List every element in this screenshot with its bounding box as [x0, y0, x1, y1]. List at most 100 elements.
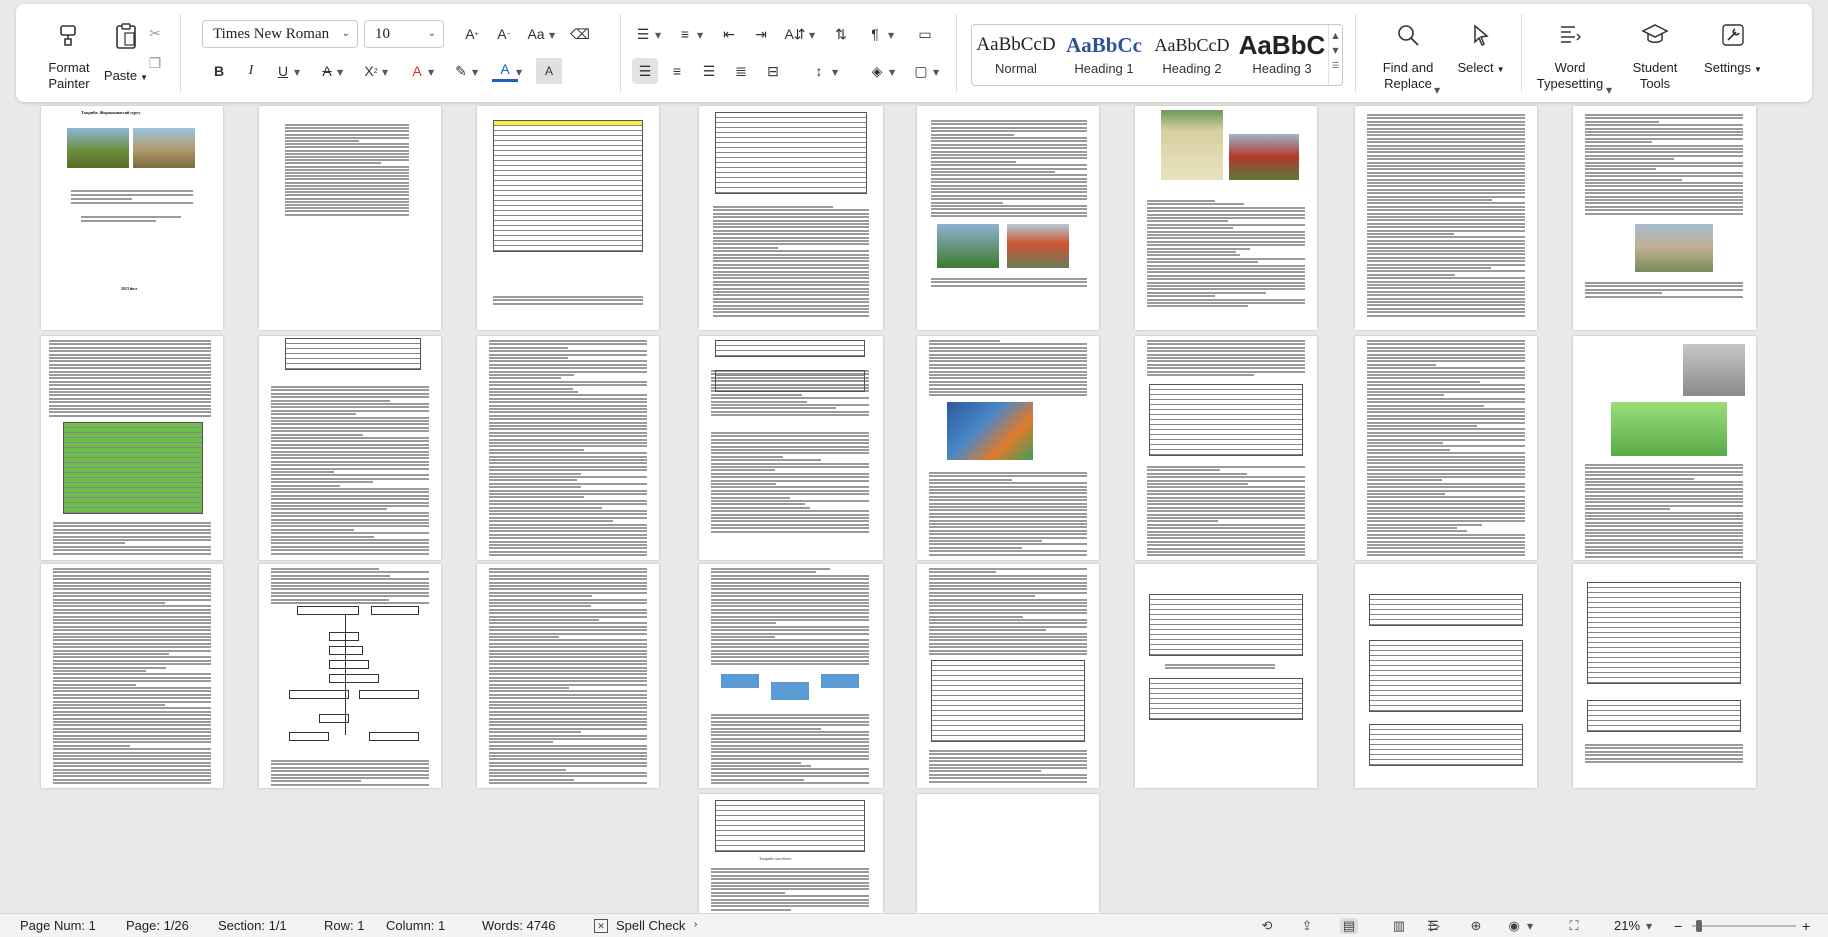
page-thumbnail[interactable] [917, 336, 1099, 560]
spell-check-status[interactable]: Spell Check [616, 918, 685, 933]
settings-button[interactable]: Settings ▼ [1692, 22, 1774, 78]
presentation-icon[interactable]: ▷ [1426, 918, 1444, 934]
page-thumbnail[interactable] [917, 564, 1099, 788]
page-thumbnail[interactable] [917, 106, 1099, 330]
superscript-dropdown-icon[interactable]: ▼ [382, 68, 388, 77]
page-num-status[interactable]: Page Num: 1 [20, 918, 96, 933]
align-center-icon[interactable]: ≡ [664, 58, 690, 84]
numbering-dropdown-icon[interactable]: ▼ [697, 31, 703, 40]
highlight-dropdown-icon[interactable]: ▼ [472, 68, 478, 77]
align-left-icon[interactable]: ☰ [632, 58, 658, 84]
page-thumbnail[interactable] [1355, 106, 1537, 330]
underline-dropdown-icon[interactable]: ▼ [294, 68, 300, 77]
underline-icon[interactable]: U [270, 58, 296, 84]
increase-indent-icon[interactable]: ⇥ [748, 21, 774, 47]
text-effect-dropdown-icon[interactable]: ▼ [428, 68, 434, 77]
word-typesetting-dropdown-icon[interactable]: ▼ [1606, 86, 1612, 95]
track-changes-icon[interactable]: ⟲ [1258, 918, 1276, 934]
page-thumbnail[interactable] [1135, 106, 1317, 330]
share-icon[interactable]: ⇪ [1298, 918, 1316, 934]
row-status[interactable]: Row: 1 [324, 918, 364, 933]
section-status[interactable]: Section: 1/1 [218, 918, 287, 933]
page-thumbnail[interactable] [1355, 336, 1537, 560]
italic-icon[interactable]: I [238, 58, 264, 84]
bullets-icon[interactable]: ☰ [630, 21, 656, 47]
clear-formatting-icon[interactable]: ⌫ [567, 21, 593, 47]
find-replace-dropdown-icon[interactable]: ▼ [1434, 86, 1440, 95]
decrease-indent-icon[interactable]: ⇤ [716, 21, 742, 47]
zoom-slider-thumb[interactable] [1696, 920, 1702, 932]
highlight-icon[interactable]: ✎ [448, 58, 474, 84]
select-dropdown-icon[interactable]: ▼ [1497, 65, 1505, 74]
find-replace-button[interactable]: Find and Replace [1366, 22, 1450, 92]
pilcrow-dropdown-icon[interactable]: ▼ [888, 31, 894, 40]
eye-protection-icon[interactable]: ◉ [1505, 918, 1523, 934]
settings-dropdown-icon[interactable]: ▼ [1754, 65, 1762, 74]
page-thumbnail[interactable] [477, 106, 659, 330]
style-heading-3[interactable]: AaBbC Heading 3 [1236, 25, 1328, 85]
page-thumbnail[interactable] [1135, 336, 1317, 560]
page-thumbnail[interactable] [917, 794, 1099, 913]
ruler-icon[interactable]: ▭ [912, 21, 938, 47]
format-painter-button[interactable]: Format Painter [34, 22, 104, 92]
page-thumbnail[interactable] [477, 336, 659, 560]
zoom-dropdown-icon[interactable]: ▼ [1646, 922, 1652, 931]
page-thumbnail[interactable]: Тажриба хисоботи [699, 794, 883, 913]
fit-page-icon[interactable]: ⛶ [1565, 918, 1583, 934]
chevron-right-icon[interactable]: › [694, 919, 697, 930]
style-heading-2[interactable]: AaBbCcD Heading 2 [1148, 25, 1236, 85]
borders-icon[interactable]: ▢ [908, 58, 934, 84]
page-view-icon[interactable]: ▤ [1340, 918, 1358, 934]
style-heading-1[interactable]: AaBbCc Heading 1 [1060, 25, 1148, 85]
column-status[interactable]: Column: 1 [386, 918, 445, 933]
font-name-select[interactable]: Times New Roman ⌄ [202, 20, 358, 48]
reading-view-icon[interactable]: ▥ [1390, 918, 1408, 934]
page-thumbnail[interactable] [1573, 106, 1756, 330]
page-thumbnail[interactable] [259, 336, 441, 560]
page-thumbnail[interactable] [477, 564, 659, 788]
student-tools-button[interactable]: Student Tools [1620, 22, 1690, 92]
select-button[interactable]: Select ▼ [1446, 22, 1516, 78]
distributed-icon[interactable]: ⊟ [760, 58, 786, 84]
bold-icon[interactable]: B [206, 58, 232, 84]
spell-check-icon[interactable]: ✕ [594, 919, 608, 933]
change-case-dropdown-icon[interactable]: ▼ [549, 31, 555, 40]
text-direction-icon[interactable]: A⇵ [782, 21, 808, 47]
page-thumbnail[interactable] [259, 106, 441, 330]
zoom-slider[interactable] [1692, 925, 1796, 927]
copy-icon[interactable]: ❐ [142, 50, 168, 76]
borders-dropdown-icon[interactable]: ▼ [933, 68, 939, 77]
page-thumbnail[interactable] [699, 106, 883, 330]
page-thumbnail[interactable]: Тажриба: Жиракомпатсий гуруҳ 2023 йил [41, 106, 223, 330]
styles-scroll[interactable]: ▲ ▼ ☰ [1328, 25, 1342, 85]
more-styles-icon[interactable]: ☰ [1329, 61, 1342, 70]
align-right-icon[interactable]: ☰ [696, 58, 722, 84]
change-case-icon[interactable]: Aa [523, 21, 549, 47]
page-thumbnail[interactable] [259, 564, 441, 788]
shading-dropdown-icon[interactable]: ▼ [889, 68, 895, 77]
text-effect-icon[interactable]: A [404, 58, 430, 84]
style-normal[interactable]: AaBbCcD Normal [972, 25, 1060, 85]
text-direction-dropdown-icon[interactable]: ▼ [809, 31, 815, 40]
zoom-in-icon[interactable]: + [1802, 918, 1810, 934]
superscript-icon[interactable]: X2 [358, 58, 384, 84]
sort-icon[interactable]: ⇅ [828, 21, 854, 47]
page-thumbnail[interactable] [41, 564, 223, 788]
pilcrow-icon[interactable]: ¶ [862, 21, 888, 47]
font-color-icon[interactable]: A [492, 58, 518, 82]
page-thumbnail[interactable] [1135, 564, 1317, 788]
web-view-icon[interactable]: ⊕ [1467, 918, 1485, 934]
increase-font-icon[interactable]: A + [459, 21, 485, 47]
page-status[interactable]: Page: 1/26 [126, 918, 189, 933]
character-shading-icon[interactable]: A [536, 58, 562, 84]
zoom-out-icon[interactable]: − [1674, 918, 1682, 934]
font-color-dropdown-icon[interactable]: ▼ [516, 68, 522, 77]
bullets-dropdown-icon[interactable]: ▼ [655, 31, 661, 40]
eye-protection-dropdown-icon[interactable]: ▼ [1527, 922, 1533, 931]
numbering-icon[interactable]: ≡ [672, 21, 698, 47]
shading-icon[interactable]: ◈ [864, 58, 890, 84]
page-thumbnail[interactable] [699, 336, 883, 560]
word-count-status[interactable]: Words: 4746 [482, 918, 555, 933]
page-thumbnail[interactable] [699, 564, 883, 788]
word-typesetting-button[interactable]: Word Typesetting [1530, 22, 1610, 92]
